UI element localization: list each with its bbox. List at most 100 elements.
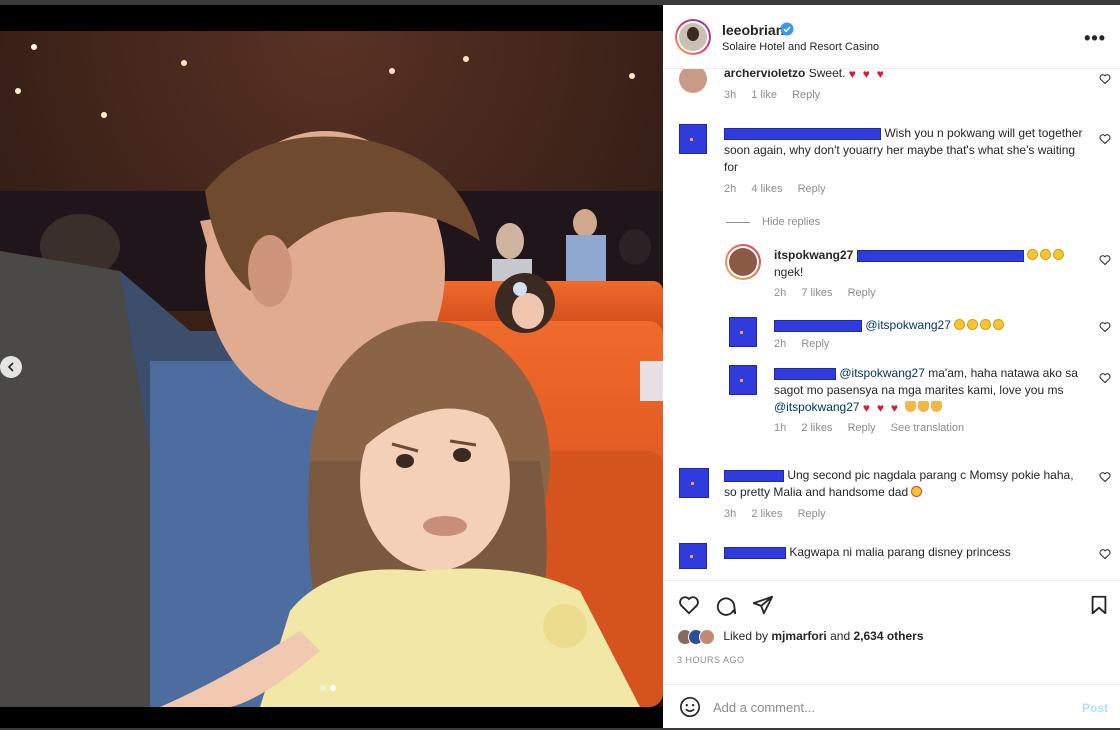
comment-text: archervioletzo Sweet. ♥ ♥ ♥ bbox=[724, 69, 891, 82]
reply-button[interactable]: Reply bbox=[792, 89, 820, 101]
red-heart-emoji: ♥ bbox=[848, 69, 856, 81]
like-comment-heart-icon[interactable] bbox=[1099, 372, 1111, 384]
liked-by-summary: Liked by mjmarfori and 2,634 others bbox=[677, 629, 924, 645]
heart-icon[interactable] bbox=[678, 594, 700, 616]
post-actions: Liked by mjmarfori and 2,634 others 3 HO… bbox=[663, 580, 1120, 684]
commenter-avatar[interactable] bbox=[729, 365, 757, 395]
comment-text: Kagwapa ni malia parang disney princess bbox=[724, 544, 1089, 561]
commenter-avatar[interactable] bbox=[725, 244, 761, 280]
like-comment-heart-icon[interactable] bbox=[1099, 73, 1111, 85]
add-comment-bar: Post bbox=[663, 684, 1120, 728]
like-comment-heart-icon[interactable] bbox=[1099, 321, 1111, 333]
comment-time[interactable]: 3h bbox=[724, 89, 736, 101]
comment-username[interactable]: archervioletzo bbox=[724, 69, 805, 80]
praying-hands-emoji bbox=[917, 401, 929, 412]
like-comment-heart-icon[interactable] bbox=[1099, 548, 1111, 560]
laughing-emoji bbox=[1040, 249, 1052, 260]
comment-meta: 3h 1 like Reply bbox=[724, 89, 832, 101]
comment-text: @itspokwang27 bbox=[774, 317, 1084, 334]
comment-username[interactable]: itspokwang27 bbox=[774, 248, 853, 262]
carousel-dot-active bbox=[330, 685, 336, 691]
liked-by-username[interactable]: mjmarfori bbox=[771, 629, 826, 643]
comment-likes[interactable]: 7 likes bbox=[801, 287, 832, 299]
post-comment-button[interactable]: Post bbox=[1082, 701, 1108, 715]
post-timestamp[interactable]: 3 HOURS AGO bbox=[677, 655, 745, 665]
mention-link[interactable]: @itspokwang27 bbox=[774, 400, 860, 414]
reply-button[interactable]: Reply bbox=[848, 287, 876, 299]
liked-others-count[interactable]: 2,634 others bbox=[853, 629, 923, 643]
laughing-emoji bbox=[993, 319, 1005, 330]
comment-body: ngek! bbox=[774, 265, 804, 279]
comment-meta: 2h 7 likes Reply bbox=[774, 287, 888, 299]
commenter-avatar[interactable] bbox=[679, 468, 709, 498]
comment-time[interactable]: 2h bbox=[774, 338, 786, 350]
red-heart-emoji: ♥ bbox=[890, 401, 899, 415]
more-options-button[interactable]: ••• bbox=[1084, 28, 1106, 49]
redacted-mention[interactable] bbox=[856, 249, 1024, 262]
laughing-emoji bbox=[954, 319, 966, 330]
comment-body: Kagwapa ni malia parang disney princess bbox=[789, 545, 1011, 559]
comment-likes[interactable]: 1 like bbox=[751, 89, 777, 101]
comment-time[interactable]: 2h bbox=[724, 183, 736, 195]
comment-body: Sweet. bbox=[808, 69, 846, 80]
author-avatar[interactable] bbox=[675, 19, 711, 55]
reply-button[interactable]: Reply bbox=[848, 422, 876, 434]
comment-meta: 3h 2 likes Reply bbox=[724, 508, 838, 520]
comment-meta: 2h Reply bbox=[774, 338, 841, 350]
liker-avatar[interactable] bbox=[699, 629, 715, 645]
commenter-avatar[interactable] bbox=[679, 69, 707, 93]
red-heart-emoji: ♥ bbox=[876, 69, 884, 81]
reply-button[interactable]: Reply bbox=[798, 508, 826, 520]
bookmark-icon[interactable] bbox=[1088, 594, 1110, 616]
redacted-username[interactable] bbox=[724, 127, 881, 140]
laughing-emoji bbox=[1053, 249, 1065, 260]
praying-hands-emoji bbox=[904, 401, 916, 412]
redacted-username[interactable] bbox=[774, 319, 862, 332]
comment-likes[interactable]: 2 likes bbox=[801, 422, 832, 434]
paper-plane-icon[interactable] bbox=[752, 594, 774, 616]
red-heart-emoji: ♥ bbox=[862, 401, 871, 415]
comment-text: @itspokwang27 ma'am, haha natawa ako sa … bbox=[774, 365, 1089, 416]
post-media bbox=[0, 5, 663, 728]
comment-meta: 2h 4 likes Reply bbox=[724, 183, 838, 195]
red-heart-emoji: ♥ bbox=[876, 401, 885, 415]
comment-likes[interactable]: 2 likes bbox=[751, 508, 782, 520]
redacted-username[interactable] bbox=[774, 367, 836, 380]
laughing-emoji bbox=[980, 319, 992, 330]
carousel-indicator bbox=[320, 685, 336, 691]
like-comment-heart-icon[interactable] bbox=[1099, 133, 1111, 145]
commenter-avatar[interactable] bbox=[679, 124, 707, 154]
comment-text: Ung second pic nagdala parang c Momsy po… bbox=[724, 467, 1089, 501]
comments-list[interactable]: archervioletzo Sweet. ♥ ♥ ♥ 3h 1 like Repl… bbox=[663, 69, 1120, 580]
mention-link[interactable]: @itspokwang27 bbox=[865, 318, 951, 332]
commenter-avatar[interactable] bbox=[729, 317, 757, 347]
smiley-icon[interactable] bbox=[679, 696, 701, 718]
reply-button[interactable]: Reply bbox=[798, 183, 826, 195]
see-translation-button[interactable]: See translation bbox=[891, 422, 964, 434]
post-location[interactable]: Solaire Hotel and Resort Casino bbox=[722, 41, 879, 53]
like-comment-heart-icon[interactable] bbox=[1099, 254, 1111, 266]
comment-likes[interactable]: 4 likes bbox=[751, 183, 782, 195]
hide-replies-button[interactable]: Hide replies bbox=[726, 216, 820, 228]
red-heart-emoji: ♥ bbox=[862, 69, 870, 81]
praying-hands-emoji bbox=[930, 401, 942, 412]
mention-link[interactable]: @itspokwang27 bbox=[839, 366, 925, 380]
post-header: leeobrian Solaire Hotel and Resort Casin… bbox=[663, 5, 1120, 69]
redacted-username[interactable] bbox=[724, 546, 786, 559]
chevron-left-icon bbox=[7, 362, 14, 372]
like-comment-heart-icon[interactable] bbox=[1099, 471, 1111, 483]
author-username[interactable]: leeobrian bbox=[722, 22, 784, 38]
comment-time[interactable]: 2h bbox=[774, 287, 786, 299]
redacted-username[interactable] bbox=[724, 469, 784, 482]
liked-by-label: Liked by bbox=[723, 629, 769, 644]
laughing-emoji bbox=[967, 319, 979, 330]
comment-text: Wish you n pokwang will get together soo… bbox=[724, 125, 1084, 176]
comment-text: itspokwang27 ngek! bbox=[774, 247, 1084, 281]
reply-button[interactable]: Reply bbox=[801, 338, 829, 350]
previous-photo-button[interactable] bbox=[0, 356, 22, 378]
comment-time[interactable]: 1h bbox=[774, 422, 786, 434]
comment-input[interactable] bbox=[713, 694, 1063, 720]
commenter-avatar[interactable] bbox=[679, 543, 707, 569]
comment-time[interactable]: 3h bbox=[724, 508, 736, 520]
comment-bubble-icon[interactable] bbox=[715, 594, 737, 616]
